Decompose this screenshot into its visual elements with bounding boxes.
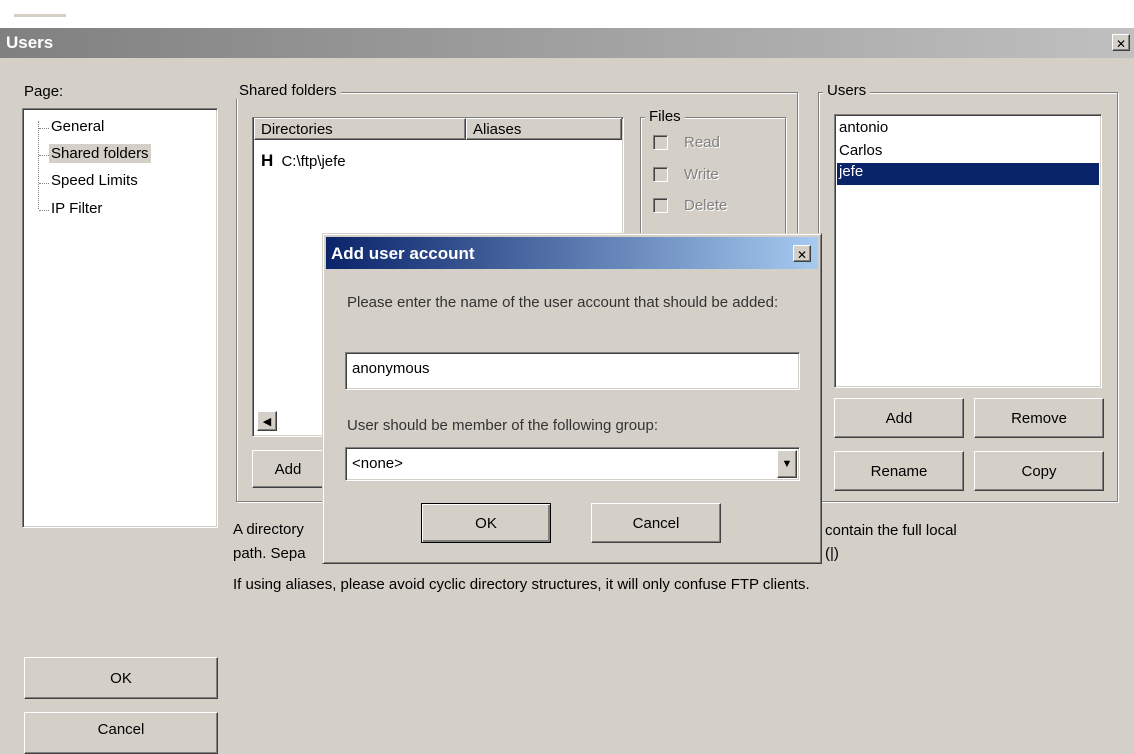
- group-select-value: <none>: [352, 455, 403, 472]
- cancel-label: Cancel: [97, 721, 145, 738]
- remove-user-button[interactable]: Remove: [974, 398, 1104, 438]
- group-select[interactable]: <none> ▼: [345, 447, 800, 481]
- window-close-glyph: ✕: [1115, 37, 1127, 51]
- user-item[interactable]: antonio: [838, 119, 1099, 139]
- tree-item-speed-limits[interactable]: Speed Limits: [51, 172, 138, 189]
- top-strip: [0, 0, 1134, 28]
- dialog-close-glyph: ✕: [796, 248, 808, 262]
- column-header-directories[interactable]: Directories: [254, 118, 466, 140]
- dialog-titlebar: Add user account ✕: [326, 237, 818, 269]
- info-text-line1-right: contain the full local: [825, 522, 957, 539]
- ok-button[interactable]: OK: [24, 657, 218, 699]
- add-user-button[interactable]: Add: [834, 398, 964, 438]
- info-text-line2-right: (|): [825, 545, 839, 562]
- page-label: Page:: [24, 83, 64, 100]
- tree-branch: [39, 128, 49, 129]
- write-checkbox[interactable]: [653, 167, 668, 182]
- add-user-label: Add: [885, 409, 913, 427]
- directory-row[interactable]: H C:\ftp\jefe: [261, 151, 346, 171]
- home-dir-marker: H: [261, 151, 274, 170]
- tree-item-shared-folders[interactable]: Shared folders: [49, 144, 151, 163]
- directory-path: C:\ftp\jefe: [281, 153, 346, 170]
- window-titlebar: Users ✕: [0, 28, 1134, 58]
- users-legend: Users: [823, 82, 871, 99]
- dialog-close-icon[interactable]: ✕: [793, 245, 811, 262]
- users-list[interactable]: antonio Carlos jefe: [834, 114, 1102, 388]
- write-checkbox-label: Write: [684, 166, 719, 183]
- cancel-button[interactable]: Cancel: [24, 712, 218, 754]
- read-checkbox[interactable]: [653, 135, 668, 150]
- shared-folders-legend: Shared folders: [235, 82, 341, 99]
- add-directory-button[interactable]: Add: [252, 450, 324, 488]
- tree-item-general[interactable]: General: [51, 118, 104, 135]
- tree-branch: [39, 183, 49, 184]
- rename-user-button[interactable]: Rename: [834, 451, 964, 491]
- top-strip-mark: [14, 14, 66, 17]
- username-input[interactable]: anonymous: [345, 352, 800, 390]
- page-tree[interactable]: General Shared folders Speed Limits IP F…: [22, 108, 218, 528]
- window-title: Users: [6, 33, 54, 52]
- user-item-selected[interactable]: jefe: [837, 163, 1099, 185]
- add-user-dialog: Add user account ✕ Please enter the name…: [322, 233, 822, 564]
- add-directory-label: Add: [274, 460, 302, 478]
- tree-branch: [39, 210, 49, 211]
- user-item[interactable]: Carlos: [838, 142, 1099, 162]
- group-label: User should be member of the following g…: [347, 417, 659, 434]
- dialog-ok-button[interactable]: OK: [421, 503, 551, 543]
- delete-checkbox-label: Delete: [684, 197, 728, 214]
- window-close-icon[interactable]: ✕: [1112, 34, 1130, 51]
- remove-user-label: Remove: [1011, 409, 1067, 427]
- info-text-line3: If using aliases, please avoid cyclic di…: [233, 576, 810, 593]
- dialog-title: Add user account: [331, 244, 475, 263]
- dialog-cancel-label: Cancel: [632, 514, 680, 532]
- rename-user-label: Rename: [870, 462, 928, 480]
- dialog-prompt: Please enter the name of the user accoun…: [347, 294, 779, 311]
- column-header-directories-label: Directories: [261, 121, 333, 138]
- username-input-value: anonymous: [352, 360, 430, 377]
- scroll-left-icon[interactable]: ◀: [257, 411, 277, 431]
- tree-item-ip-filter[interactable]: IP Filter: [51, 200, 102, 217]
- copy-user-label: Copy: [1021, 462, 1057, 480]
- ok-label: OK: [110, 669, 132, 687]
- read-checkbox-label: Read: [684, 134, 720, 151]
- files-legend: Files: [645, 108, 685, 125]
- info-text-line1-left: A directory: [233, 521, 304, 538]
- info-text-line2-left: path. Sepa: [233, 545, 306, 562]
- delete-checkbox[interactable]: [653, 198, 668, 213]
- tree-connector: [38, 121, 39, 209]
- dialog-cancel-button[interactable]: Cancel: [591, 503, 721, 543]
- column-header-aliases[interactable]: Aliases: [466, 118, 622, 140]
- column-header-aliases-label: Aliases: [473, 121, 522, 138]
- copy-user-button[interactable]: Copy: [974, 451, 1104, 491]
- tree-branch: [39, 155, 49, 156]
- dropdown-arrow-icon[interactable]: ▼: [777, 450, 797, 478]
- dialog-ok-label: OK: [475, 514, 497, 532]
